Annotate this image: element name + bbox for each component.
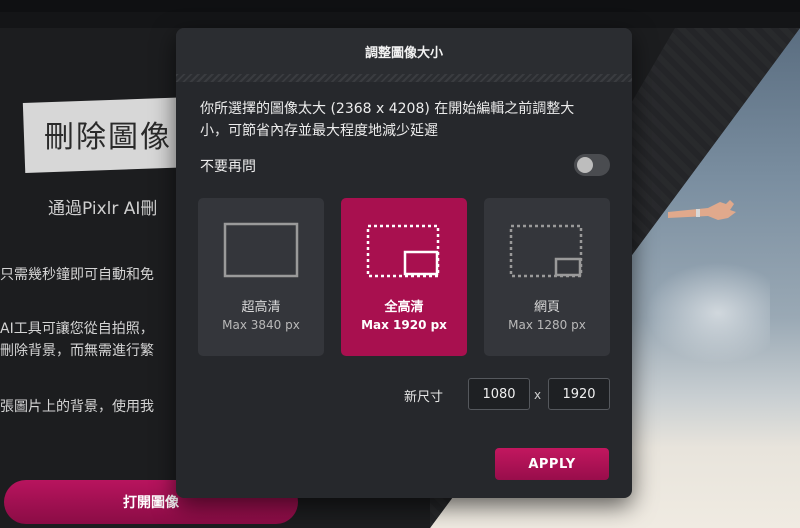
bg-text-line: 刪除背景，而無需進行繁 (0, 343, 154, 359)
option-max: Max 1920 px (361, 318, 447, 332)
resize-dialog: 調整圖像大小 你所選擇的圖像太大 (2368 x 4208) 在開始編輯之前調整… (176, 28, 632, 498)
apply-button[interactable]: APPLY (495, 448, 609, 480)
option-name: 全高清 (384, 300, 424, 315)
hand-image (668, 200, 736, 220)
option-fullhd[interactable]: 全高清 Max 1920 px (341, 198, 467, 356)
bg-text-line: 只需幾秒鐘即可自動和免 (0, 267, 154, 283)
fullhd-frame-icon (366, 224, 440, 278)
option-uhd[interactable]: 超高清 Max 3840 px (198, 198, 324, 356)
width-input[interactable] (468, 378, 530, 410)
dont-ask-label: 不要再問 (200, 159, 256, 175)
dialog-title: 調整圖像大小 (176, 28, 632, 74)
option-max: Max 3840 px (222, 318, 300, 332)
option-name: 網頁 (533, 300, 560, 315)
dont-ask-toggle[interactable] (574, 154, 610, 176)
header-divider (176, 74, 632, 82)
uhd-frame-icon (223, 222, 299, 278)
top-bar (0, 0, 800, 12)
option-web[interactable]: 網頁 Max 1280 px (484, 198, 610, 356)
bg-text-line: AI工具可讓您從自拍照， (0, 321, 154, 337)
size-options: 超高清 Max 3840 px 全高清 Max 1920 px 網頁 Max 1… (198, 198, 610, 356)
toggle-knob (577, 157, 593, 173)
height-input[interactable] (548, 378, 610, 410)
new-size-label: 新尺寸 (404, 390, 444, 405)
times-symbol: x (534, 388, 542, 402)
option-name: 超高清 (241, 300, 281, 315)
dont-ask-row: 不要再問 (200, 154, 610, 178)
web-frame-icon (509, 224, 583, 278)
bg-subtitle: 通過Pixlr AI刪 (48, 199, 158, 219)
new-size-row: 新尺寸 x (404, 378, 610, 410)
dialog-description: 你所選擇的圖像太大 (2368 x 4208) 在開始編輯之前調整大小，可節省內… (200, 101, 575, 139)
bg-text-line: 張圖片上的背景，使用我 (0, 399, 154, 415)
bg-title: 刪除圖像 (44, 120, 172, 155)
option-max: Max 1280 px (508, 318, 586, 332)
